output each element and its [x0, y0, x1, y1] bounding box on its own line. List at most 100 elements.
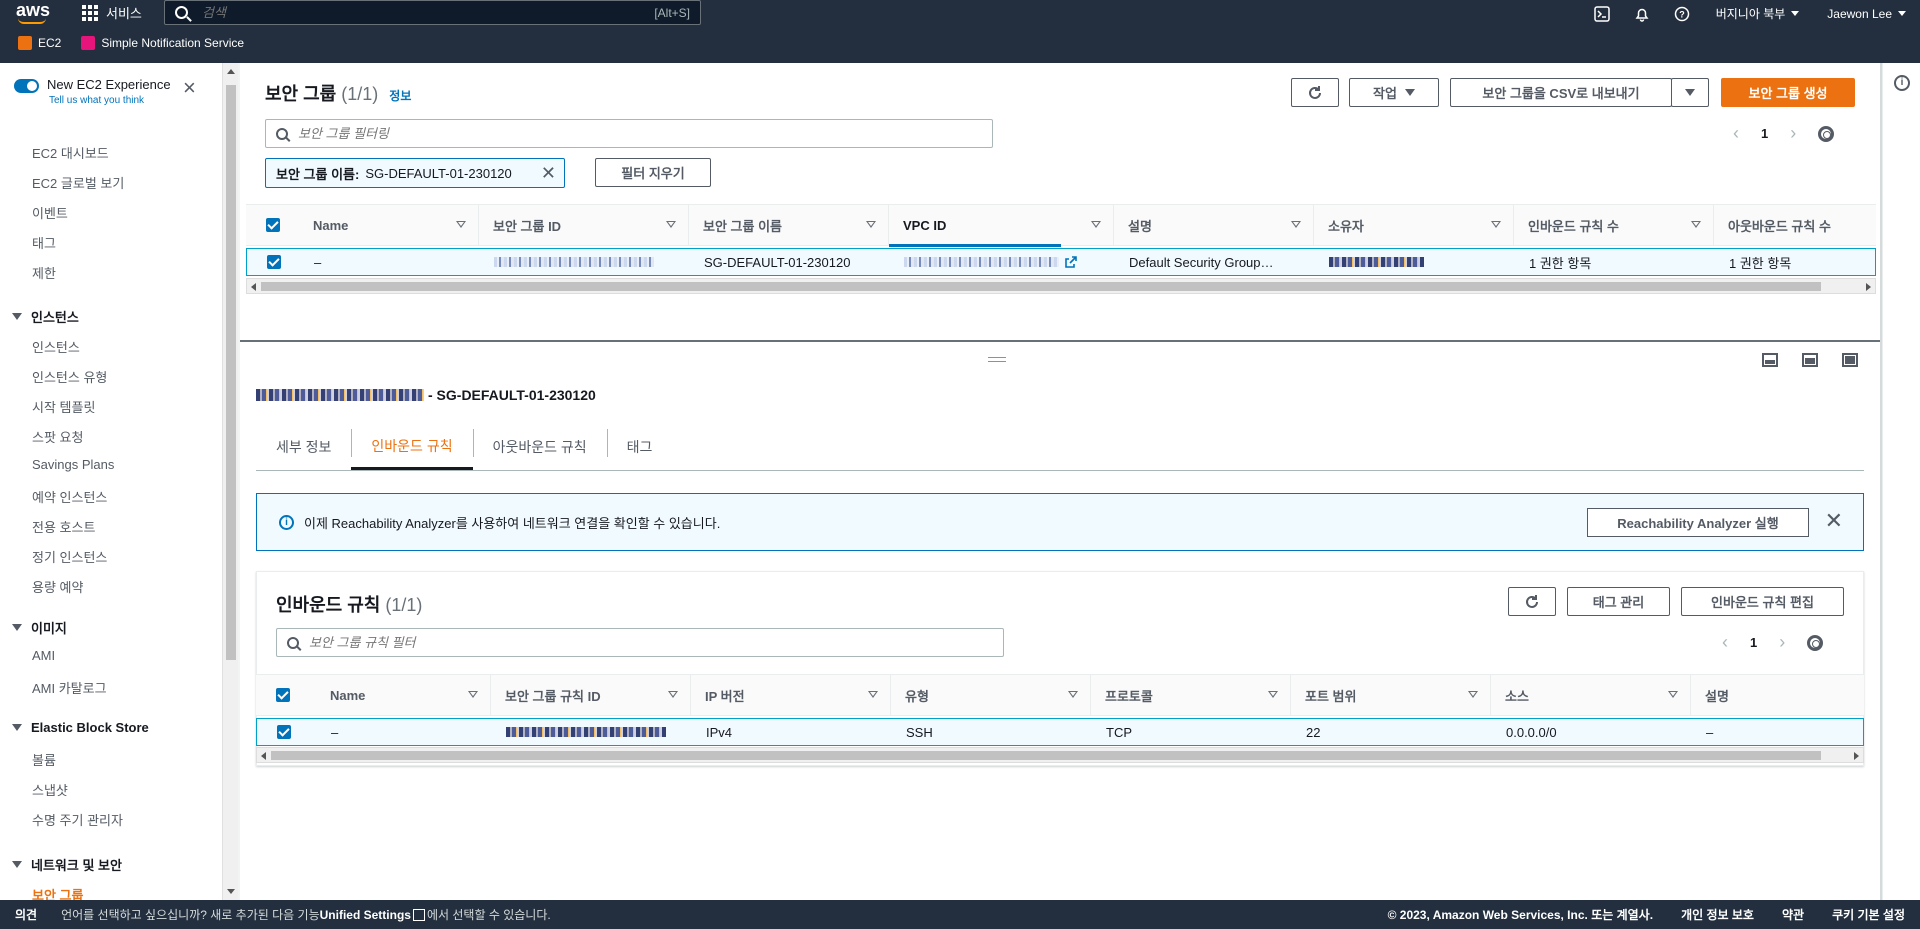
sidebar-item-security-groups[interactable]: 보안 그룹: [32, 885, 83, 900]
export-dropdown-button[interactable]: [1671, 78, 1709, 107]
column-header[interactable]: 소유자: [1314, 204, 1514, 246]
sidebar-scrollbar[interactable]: [222, 63, 238, 900]
sidebar-item-reserved-instances[interactable]: 예약 인스턴스: [32, 487, 107, 506]
sidebar-section-images[interactable]: 이미지: [12, 618, 67, 637]
page-number[interactable]: 1: [1761, 126, 1768, 141]
export-csv-button[interactable]: 보안 그룹을 CSV로 내보내기: [1450, 78, 1672, 107]
experience-toggle[interactable]: New EC2 Experience Tell us what you thin…: [14, 77, 171, 106]
sidebar-item-capacity-reservations[interactable]: 용량 예약: [32, 577, 83, 596]
column-header[interactable]: 인바운드 규칙 수: [1514, 204, 1714, 246]
cloudshell-icon[interactable]: [1582, 0, 1622, 27]
tab-outbound-rules[interactable]: 아웃바운드 규칙: [472, 424, 607, 470]
unified-settings-link[interactable]: Unified Settings: [320, 908, 411, 922]
chevron-right-icon[interactable]: ›: [1790, 123, 1796, 144]
create-security-group-button[interactable]: 보안 그룹 생성: [1721, 78, 1855, 107]
feedback-link[interactable]: 의견: [15, 906, 37, 923]
run-reachability-analyzer-button[interactable]: Reachability Analyzer 실행: [1587, 508, 1809, 537]
sidebar-section-ebs[interactable]: Elastic Block Store: [12, 720, 149, 735]
checkbox[interactable]: [267, 255, 281, 269]
sidebar-item-dashboard[interactable]: EC2 대시보드: [32, 143, 109, 162]
actions-button[interactable]: 작업: [1349, 78, 1439, 107]
checkbox[interactable]: [277, 725, 291, 739]
favorite-sns[interactable]: Simple Notification Service: [81, 36, 244, 50]
tab-tags[interactable]: 태그: [606, 424, 673, 470]
split-divider[interactable]: [240, 340, 1880, 342]
select-all-checkbox[interactable]: [256, 674, 316, 716]
sidebar-item-ami[interactable]: AMI: [32, 648, 55, 663]
sidebar-item-volumes[interactable]: 볼륨: [32, 750, 56, 769]
help-icon[interactable]: ?: [1662, 0, 1702, 27]
info-link[interactable]: 정보: [389, 89, 411, 103]
sidebar-section-instances[interactable]: 인스턴스: [12, 307, 79, 326]
sidebar-item-lifecycle-manager[interactable]: 수명 주기 관리자: [32, 810, 123, 829]
sidebar-item-events[interactable]: 이벤트: [32, 203, 68, 222]
table-scrollbar[interactable]: [246, 278, 1876, 294]
close-icon[interactable]: ✕: [541, 163, 556, 184]
security-group-filter[interactable]: [265, 119, 993, 148]
sidebar-item-launch-templates[interactable]: 시작 템플릿: [32, 397, 95, 416]
rules-filter[interactable]: [276, 628, 1004, 657]
layout-bottom-icon[interactable]: [1762, 353, 1778, 367]
page-number[interactable]: 1: [1750, 635, 1757, 650]
search-input[interactable]: [202, 5, 602, 20]
checkbox[interactable]: [266, 218, 280, 232]
gear-icon[interactable]: [1818, 125, 1835, 142]
region-selector[interactable]: 버지니아 북부: [1702, 5, 1814, 22]
column-header[interactable]: 설명: [1691, 674, 1864, 716]
column-header[interactable]: 소스: [1491, 674, 1691, 716]
table-row[interactable]: – SG-DEFAULT-01-230120 Default Security …: [246, 248, 1876, 276]
sidebar-item-limits[interactable]: 제한: [32, 263, 56, 282]
table-scrollbar[interactable]: [256, 747, 1864, 763]
filter-input[interactable]: [298, 126, 952, 141]
column-header[interactable]: 아웃바운드 규칙 수: [1714, 204, 1876, 246]
terms-link[interactable]: 약관: [1782, 906, 1804, 923]
sidebar-item-scheduled-instances[interactable]: 정기 인스턴스: [32, 547, 107, 566]
column-header[interactable]: 보안 그룹 ID: [479, 204, 689, 246]
gear-icon[interactable]: [1807, 634, 1824, 651]
refresh-button[interactable]: [1291, 78, 1339, 107]
chevron-right-icon[interactable]: ›: [1779, 632, 1785, 653]
filter-input[interactable]: [309, 635, 963, 650]
cell-vpc-id[interactable]: [890, 249, 1115, 275]
favorite-ec2[interactable]: EC2: [18, 36, 61, 50]
sidebar-item-snapshots[interactable]: 스냅샷: [32, 780, 68, 799]
sidebar-item-dedicated-hosts[interactable]: 전용 호스트: [32, 517, 95, 536]
bell-icon[interactable]: [1622, 0, 1662, 27]
row-checkbox[interactable]: [257, 719, 317, 745]
cell-rule-id[interactable]: [492, 719, 692, 745]
sidebar-item-savings-plans[interactable]: Savings Plans: [32, 457, 114, 472]
column-header[interactable]: 설명: [1114, 204, 1314, 246]
privacy-link[interactable]: 개인 정보 보호: [1681, 906, 1754, 923]
feedback-link[interactable]: Tell us what you think: [49, 95, 171, 106]
aws-logo[interactable]: aws: [16, 0, 52, 26]
chevron-left-icon[interactable]: ‹: [1722, 632, 1728, 653]
edit-inbound-rules-button[interactable]: 인바운드 규칙 편집: [1681, 587, 1844, 616]
close-icon[interactable]: ✕: [1825, 508, 1843, 534]
drag-handle-icon[interactable]: [988, 357, 1006, 362]
user-menu[interactable]: Jaewon Lee: [1813, 7, 1920, 21]
sidebar-item-spot-requests[interactable]: 스팟 요청: [32, 427, 83, 446]
column-header[interactable]: Name: [316, 674, 491, 716]
close-icon[interactable]: ×: [183, 77, 196, 99]
layout-split-icon[interactable]: [1802, 353, 1818, 367]
clear-filters-button[interactable]: 필터 지우기: [595, 158, 711, 187]
select-all-checkbox[interactable]: [246, 204, 299, 246]
column-header[interactable]: 유형: [891, 674, 1091, 716]
sidebar-item-instance-types[interactable]: 인스턴스 유형: [32, 367, 107, 386]
services-menu[interactable]: 서비스: [82, 3, 142, 22]
column-header[interactable]: 보안 그룹 규칙 ID: [491, 674, 691, 716]
column-header[interactable]: VPC ID: [889, 204, 1114, 247]
sidebar-item-global-view[interactable]: EC2 글로벌 보기: [32, 173, 124, 192]
column-header[interactable]: 프로토콜: [1091, 674, 1291, 716]
column-header[interactable]: Name: [299, 204, 479, 246]
row-checkbox[interactable]: [247, 249, 300, 275]
column-header[interactable]: 포트 범위: [1291, 674, 1491, 716]
column-header[interactable]: 보안 그룹 이름: [689, 204, 889, 246]
column-header[interactable]: IP 버전: [691, 674, 891, 716]
manage-tags-button[interactable]: 태그 관리: [1567, 587, 1670, 616]
cell-sg-id[interactable]: [480, 249, 690, 275]
info-icon[interactable]: i: [1894, 75, 1910, 91]
sidebar-item-tags[interactable]: 태그: [32, 233, 56, 252]
checkbox[interactable]: [276, 688, 290, 702]
tab-details[interactable]: 세부 정보: [256, 424, 351, 470]
